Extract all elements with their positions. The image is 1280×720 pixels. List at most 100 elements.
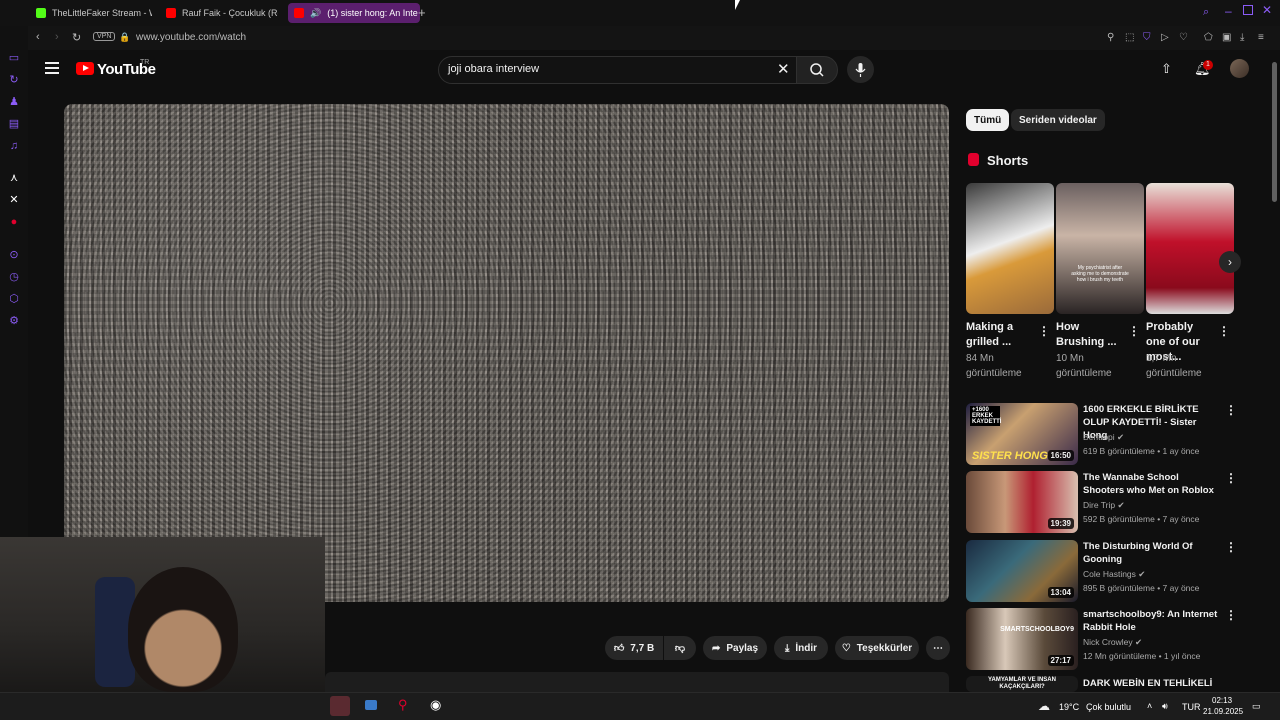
related-title[interactable]: DARK WEBİN EN TEHLİKELİ xyxy=(1083,677,1219,690)
aria-icon[interactable]: ♟ xyxy=(7,95,21,109)
related-thumbnail[interactable]: +1600 ERKEK KAYDETTİ SISTER HONG 16:50 xyxy=(966,403,1078,465)
short-more-vertical-icon[interactable]: ⋮ xyxy=(1038,324,1050,338)
tab-kick-stream[interactable]: TheLittleFaker Stream - W xyxy=(36,3,152,23)
forward-arrow-icon[interactable]: › xyxy=(55,31,59,43)
settings-gear-icon[interactable]: ⚙ xyxy=(7,314,21,328)
extensions-puzzle-icon[interactable]: ⬠ xyxy=(1204,32,1213,43)
lock-icon[interactable]: 🔒 xyxy=(119,32,130,43)
notification-center-icon[interactable]: ▭ xyxy=(1252,701,1261,712)
channel-name[interactable]: Bentropi xyxy=(1083,432,1115,442)
channel-name[interactable]: Cole Hastings xyxy=(1083,569,1136,579)
dislike-button[interactable]: 👎︎ xyxy=(664,636,696,660)
clock-date[interactable]: 21.09.2025 xyxy=(1203,707,1243,716)
back-arrow-icon[interactable]: ‹ xyxy=(36,31,40,43)
player-icon[interactable]: ⊙ xyxy=(7,248,21,262)
shorts-next-chevron-icon[interactable]: › xyxy=(1219,251,1241,273)
messenger-icon[interactable]: ▭ xyxy=(7,51,21,65)
related-meta: 12 Mn görüntüleme • 1 yıl önce xyxy=(1083,651,1201,661)
short-title[interactable]: How Brushing ... xyxy=(1056,320,1122,350)
pin-icon[interactable]: ⚲ xyxy=(1107,32,1114,43)
channel-name[interactable]: Dire Trip xyxy=(1083,500,1115,510)
channel-name[interactable]: Nick Crowley xyxy=(1083,637,1133,647)
weather-temp[interactable]: 19°C xyxy=(1059,702,1079,712)
youtube-sidebar-icon[interactable]: ● xyxy=(7,215,21,229)
kick-favicon-icon xyxy=(36,8,46,18)
wallet-icon[interactable]: ▣ xyxy=(1222,32,1231,43)
explorer-taskbar-icon[interactable] xyxy=(365,700,377,710)
obs-taskbar-icon[interactable]: ◉ xyxy=(430,697,441,713)
play-icon[interactable]: ▷ xyxy=(1161,32,1169,43)
short-thumbnail-most[interactable] xyxy=(1146,183,1234,314)
minimize-icon[interactable]: – xyxy=(1225,4,1232,18)
short-title[interactable]: Making a grilled ... xyxy=(966,320,1032,350)
related-thumbnail[interactable]: SMARTSCHOOLBOY9 27:17 xyxy=(966,608,1078,670)
keyboard-language[interactable]: TUR xyxy=(1182,702,1201,712)
chip-series-videos[interactable]: Seriden videolar xyxy=(1011,109,1105,131)
verified-check-icon: ✔ xyxy=(1138,569,1146,579)
volume-icon[interactable]: 🔊︎ xyxy=(1162,701,1168,712)
opera-taskbar-icon[interactable] xyxy=(330,696,350,716)
voice-search-button[interactable] xyxy=(847,56,874,83)
pinboard-icon[interactable]: ▤ xyxy=(7,117,21,131)
hamburger-menu-icon[interactable] xyxy=(45,62,59,74)
tray-chevron-up-icon[interactable]: ˄ xyxy=(1147,701,1152,711)
x-twitter-icon[interactable]: ✕ xyxy=(7,193,21,207)
reload-icon[interactable]: ↻ xyxy=(72,31,81,44)
short-thumbnail-brushing[interactable]: My psychiatrist after asking me to demon… xyxy=(1056,183,1144,314)
related-title[interactable]: The Disturbing World Of Gooning xyxy=(1083,540,1219,566)
download-icon[interactable]: ⤓ xyxy=(1240,32,1244,43)
short-more-vertical-icon[interactable]: ⋮ xyxy=(1128,324,1140,338)
video-player[interactable] xyxy=(64,104,949,602)
search-button[interactable] xyxy=(796,56,838,84)
chip-all[interactable]: Tümü xyxy=(966,109,1010,131)
download-button[interactable]: ⤓ İndir xyxy=(774,636,828,660)
history-icon[interactable]: ↻ xyxy=(7,73,21,87)
tab-sister-hong-active[interactable]: 🔊 (1) sister hong: An Inte xyxy=(288,3,420,23)
clock-icon[interactable]: ◷ xyxy=(7,270,21,284)
related-title[interactable]: smartschoolboy9: An Internet Rabbit Hole xyxy=(1083,608,1219,634)
page-scrollbar[interactable] xyxy=(1272,62,1277,202)
url-field[interactable]: www.youtube.com/watch xyxy=(136,32,246,43)
tab-rauf-faik[interactable]: Rauf Faik - Çocukluk (Re xyxy=(166,3,278,23)
like-button[interactable]: 👍︎ 7,7 B xyxy=(605,636,663,660)
music-icon[interactable]: ♫ xyxy=(7,139,21,153)
extensions-icon[interactable]: ⬡ xyxy=(7,292,21,306)
heart-icon[interactable]: ♡ xyxy=(1179,32,1188,43)
related-channel[interactable]: Nick Crowley ✔ xyxy=(1083,637,1142,648)
thanks-button[interactable]: ♡ Teşekkürler xyxy=(835,636,919,660)
clear-search-icon[interactable]: ✕ xyxy=(777,60,790,78)
menu-icon[interactable]: ≡ xyxy=(1258,32,1264,43)
snapshot-icon[interactable]: ⬚ xyxy=(1125,32,1134,43)
related-more-vertical-icon[interactable]: ⋮ xyxy=(1225,471,1237,485)
weather-desc[interactable]: Çok bulutlu xyxy=(1086,702,1131,712)
related-more-vertical-icon[interactable]: ⋮ xyxy=(1225,608,1237,622)
search-tabs-icon[interactable]: ⌕ xyxy=(1203,6,1209,19)
upload-icon[interactable]: ⇧ xyxy=(1161,61,1172,77)
youtube-logo-icon[interactable] xyxy=(76,62,94,75)
share-button[interactable]: ➦ Paylaş xyxy=(703,636,767,660)
clock-time[interactable]: 02:13 xyxy=(1212,696,1232,705)
search-input[interactable]: joji obara interview xyxy=(448,63,539,75)
related-channel[interactable]: Dire Trip ✔ xyxy=(1083,500,1125,511)
description-box[interactable] xyxy=(325,672,949,692)
more-actions-button[interactable]: ⋯ xyxy=(926,636,950,660)
vpn-badge[interactable]: VPN xyxy=(93,32,116,41)
new-tab-plus-icon[interactable]: + xyxy=(418,5,426,20)
pin-app-taskbar-icon[interactable]: ⚲ xyxy=(398,697,408,713)
related-thumbnail[interactable]: 13:04 xyxy=(966,540,1078,602)
maximize-icon[interactable] xyxy=(1243,5,1253,15)
related-title[interactable]: The Wannabe School Shooters who Met on R… xyxy=(1083,471,1219,497)
shield-icon[interactable]: ⛉ xyxy=(1143,32,1151,43)
related-thumbnail[interactable]: YAMYAMLAR VE İNSAN KAÇAKÇILARI? xyxy=(966,676,1078,692)
related-thumbnail[interactable]: 19:39 xyxy=(966,471,1078,533)
kick-icon[interactable]: ⋏ xyxy=(7,171,21,185)
weather-cloud-icon[interactable]: ☁ xyxy=(1038,699,1050,713)
avatar[interactable] xyxy=(1230,59,1249,78)
related-more-vertical-icon[interactable]: ⋮ xyxy=(1225,540,1237,554)
short-more-vertical-icon[interactable]: ⋮ xyxy=(1218,324,1230,338)
close-window-icon[interactable]: ✕ xyxy=(1262,3,1272,17)
related-more-vertical-icon[interactable]: ⋮ xyxy=(1225,403,1237,417)
short-thumbnail-grilled[interactable] xyxy=(966,183,1054,314)
related-channel[interactable]: Bentropi ✔ xyxy=(1083,432,1124,443)
related-channel[interactable]: Cole Hastings ✔ xyxy=(1083,569,1145,580)
